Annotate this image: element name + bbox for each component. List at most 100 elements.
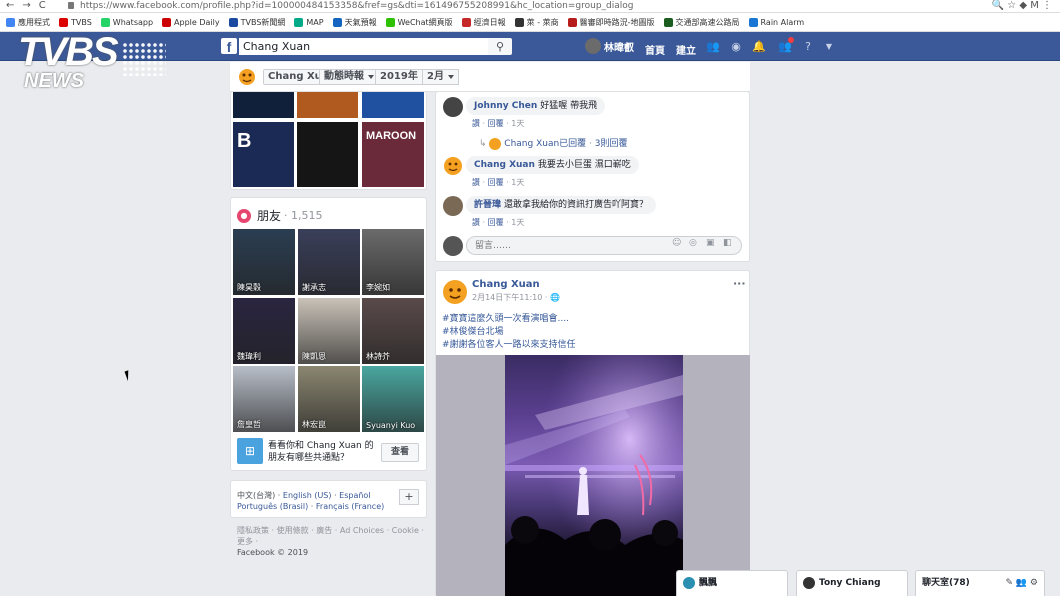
avatar[interactable] — [443, 97, 463, 117]
friend-name[interactable]: 林宏崑 — [302, 419, 326, 430]
messenger-icon[interactable]: ◉ — [729, 40, 743, 53]
url-text[interactable]: https://www.facebook.com/profile.php?id=… — [80, 0, 950, 12]
gif-icon[interactable]: ▣ — [706, 238, 715, 248]
bookmark-item[interactable]: WeChat網頁版 — [385, 17, 453, 28]
bookmark-item[interactable]: 醫審即時路況-地圖版 — [567, 17, 655, 28]
help-icon[interactable]: ? — [801, 40, 815, 53]
facebook-logo-icon[interactable]: f — [221, 38, 237, 55]
bookmark-item[interactable]: 天氣預報 — [332, 17, 377, 28]
lang-es[interactable]: Español — [339, 491, 370, 500]
photo-thumbnail[interactable]: B — [233, 122, 294, 187]
comment-author[interactable]: 許晉瑋 — [474, 200, 501, 210]
notifications-icon[interactable]: 🔔 — [752, 40, 766, 53]
friend-tile[interactable]: 詹皇哲 — [233, 366, 295, 432]
timeline-select[interactable]: 動態時報 — [319, 69, 379, 85]
friend-name[interactable]: 詹皇哲 — [237, 419, 261, 430]
watermark-brand: TVBS — [18, 30, 119, 74]
photo-thumbnail[interactable] — [362, 92, 424, 118]
comment-input[interactable] — [466, 236, 742, 255]
like-link[interactable]: 讚 — [472, 178, 480, 187]
lang-fr[interactable]: Français (France) — [316, 502, 384, 511]
friend-tile[interactable]: 林宏崑 — [298, 366, 360, 432]
chat-tab-label: Tony Chiang — [819, 578, 881, 588]
reply-link[interactable]: 回覆 — [488, 178, 504, 187]
chat-tab[interactable]: 飄飄 — [676, 570, 788, 596]
chat-tab-label: 飄飄 — [699, 578, 718, 588]
avatar — [489, 137, 502, 150]
post-author[interactable]: Chang Xuan — [472, 279, 540, 290]
bookmark-item[interactable]: 應用程式 — [6, 17, 50, 28]
bookmark-item[interactable]: TVBS新聞網 — [228, 17, 285, 28]
profile-logo-icon[interactable] — [237, 67, 257, 87]
friend-tile[interactable]: 林詩芥 — [362, 298, 424, 364]
photo-thumbnail[interactable]: MAROON — [362, 122, 424, 187]
bookmark-item[interactable]: MAP — [294, 17, 324, 27]
photo-thumbnail[interactable] — [233, 92, 294, 118]
add-language-button[interactable]: + — [399, 489, 419, 505]
month-select[interactable]: 2月 — [422, 69, 459, 85]
chat-tools-icon[interactable]: ✎ 👥 ⚙ — [1005, 571, 1038, 595]
friend-tile[interactable]: 謝承志 — [298, 229, 360, 295]
bookmark-item[interactable]: 經濟日報 — [461, 17, 506, 28]
post-options-button[interactable]: ··· — [733, 277, 746, 290]
camera-icon[interactable]: ◎ — [689, 238, 697, 248]
comment-author[interactable]: Chang Xuan — [474, 160, 535, 170]
friend-tile[interactable]: 李婉如 — [362, 229, 424, 295]
avatar[interactable] — [443, 156, 463, 176]
friend-name[interactable]: 林詩芥 — [366, 351, 390, 362]
friend-tile[interactable]: Syuanyi Kuo — [362, 366, 424, 432]
footer-links[interactable]: 隱私政策 · 使用條款 · 廣告 · Ad Choices · Cookie ·… — [237, 525, 427, 547]
friend-tile[interactable]: 魏瑋利 — [233, 298, 295, 364]
replies-link[interactable]: ↳ Chang Xuan已回覆 · 3則回覆 — [479, 136, 628, 150]
like-link[interactable]: 讚 — [472, 119, 480, 128]
friend-name[interactable]: 李婉如 — [366, 282, 390, 293]
avatar[interactable] — [443, 196, 463, 216]
chat-sidebar-tab[interactable]: 聊天室(78) ✎ 👥 ⚙ — [915, 570, 1045, 596]
chevron-down-icon[interactable]: ▼ — [822, 40, 836, 53]
friend-name[interactable]: 陳凱恩 — [302, 351, 326, 362]
post-hashtag[interactable]: #寶寶這麼久頭一次看演唱會.... — [442, 311, 569, 324]
like-link[interactable]: 讚 — [472, 218, 480, 227]
browser-nav-icons[interactable]: ←→C — [6, 0, 54, 11]
photo-thumbnail[interactable] — [297, 92, 358, 118]
lang-en[interactable]: English (US) — [283, 491, 332, 500]
reply-link[interactable]: 回覆 — [488, 119, 504, 128]
photo-thumbnail[interactable] — [297, 122, 358, 187]
nav-home-link[interactable]: 首頁 — [645, 42, 665, 57]
bookmark-item[interactable]: TVBS — [59, 17, 92, 27]
search-input[interactable] — [239, 38, 489, 55]
lang-pt[interactable]: Português (Brasil) — [237, 502, 308, 511]
post-hashtag[interactable]: #謝謝各位客人一路以來支持信任 — [442, 337, 576, 350]
concert-video-frame[interactable] — [505, 355, 683, 596]
search-button[interactable]: ⚲ — [488, 38, 512, 55]
browser-actions-icon[interactable]: 🔍 ☆ ◆ M ⋮ — [992, 0, 1052, 11]
post-hashtag[interactable]: #林俊傑台北場 — [442, 324, 504, 337]
chat-tab[interactable]: Tony Chiang — [796, 570, 908, 596]
bookmark-item[interactable]: 交通部高速公路局 — [663, 17, 740, 28]
friend-name[interactable]: 謝承志 — [302, 282, 326, 293]
bookmark-item[interactable]: Rain Alarm — [748, 17, 804, 27]
friend-name[interactable]: 魏瑋利 — [237, 351, 261, 362]
friend-tile[interactable]: 陳凱恩 — [298, 298, 360, 364]
reply-link[interactable]: 回覆 — [488, 218, 504, 227]
post-time[interactable]: 2月14日下午11:10 · 🌐 — [472, 292, 560, 303]
bookmark-label: MAP — [306, 17, 324, 27]
friends-header[interactable]: ● 朋友 · 1,515 — [237, 207, 323, 224]
comment-author[interactable]: Johnny Chen — [474, 101, 537, 111]
sticker-icon[interactable]: ◧ — [723, 238, 732, 248]
avatar[interactable] — [442, 279, 468, 305]
nav-create-link[interactable]: 建立 — [676, 42, 696, 57]
view-button[interactable]: 查看 — [381, 443, 419, 462]
lang-zh[interactable]: 中文(台灣) — [237, 491, 275, 500]
bookmark-icon — [6, 17, 15, 27]
nav-user[interactable]: 林暐叡 — [585, 38, 634, 54]
bookmark-item[interactable]: 萊 - 萊商 — [514, 17, 559, 28]
friend-name[interactable]: Syuanyi Kuo — [366, 421, 415, 430]
friend-requests-icon[interactable]: 👥 — [706, 40, 720, 53]
friend-tile[interactable]: 陳昊穀 — [233, 229, 295, 295]
bookmark-item[interactable]: Apple Daily — [162, 17, 220, 27]
bookmark-item[interactable]: Whatsapp — [100, 17, 153, 27]
emoji-icon[interactable]: ☺ — [672, 238, 681, 248]
friend-name[interactable]: 陳昊穀 — [237, 282, 261, 293]
bookmark-icon — [332, 17, 342, 27]
